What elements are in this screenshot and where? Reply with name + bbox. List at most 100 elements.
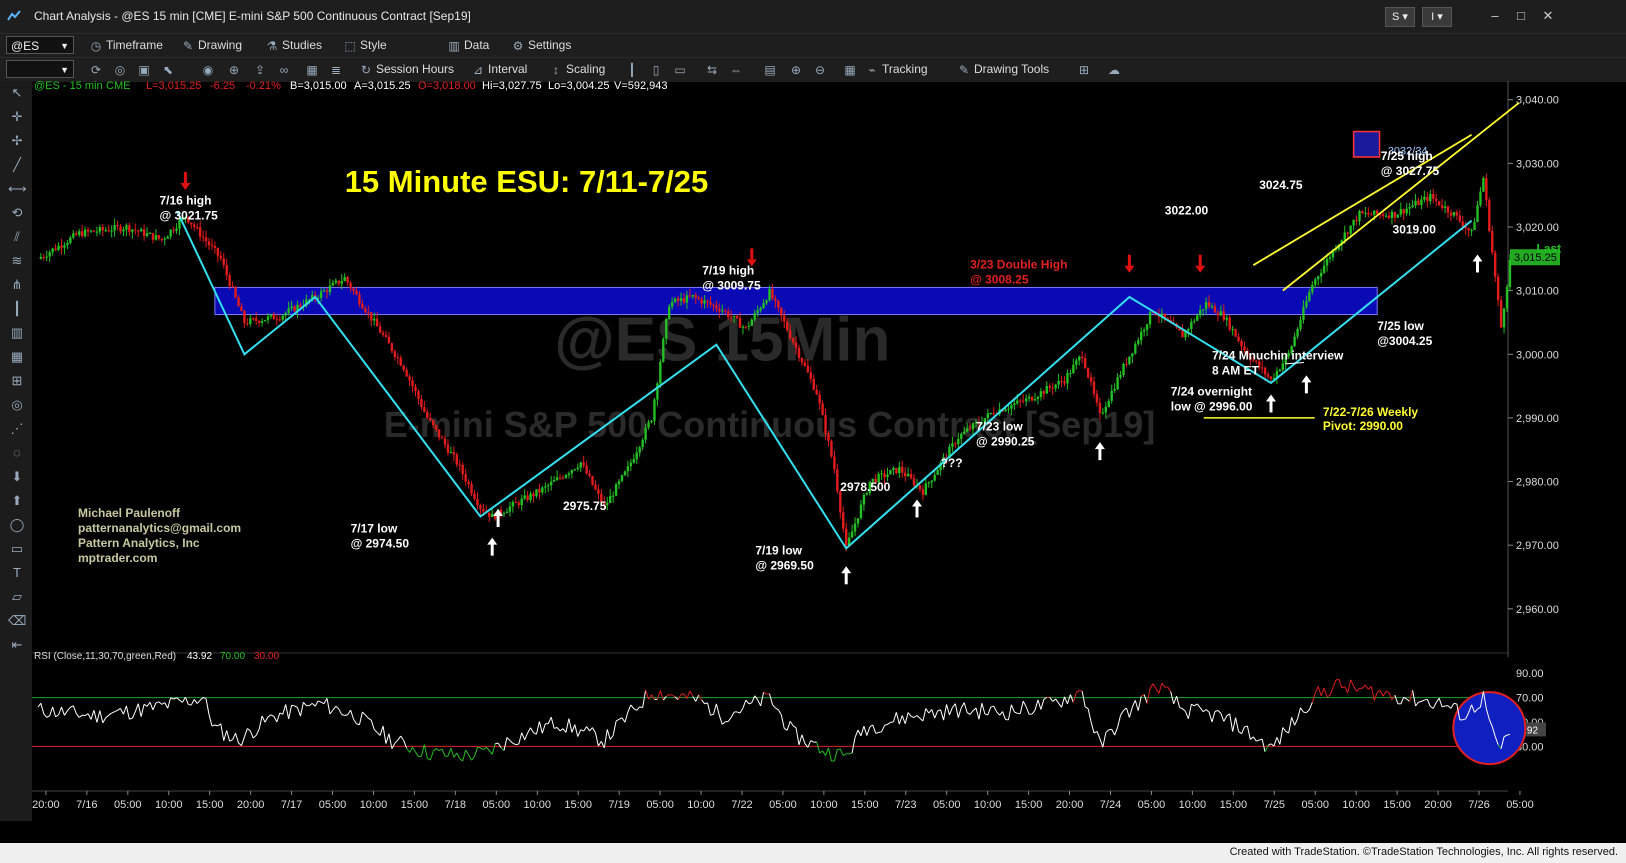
candle-body bbox=[644, 427, 647, 440]
i-menu-button[interactable]: I ▾ bbox=[1422, 7, 1452, 27]
text-tool-icon[interactable]: T bbox=[8, 565, 26, 581]
drawing-tools-menu[interactable]: Drawing Tools bbox=[974, 62, 1049, 76]
rsi-segment bbox=[120, 708, 124, 715]
info-value: Lo=3,004.25 bbox=[548, 81, 609, 92]
compress-icon[interactable]: ⇆ bbox=[704, 62, 720, 78]
layers-icon[interactable]: ≣ bbox=[328, 62, 344, 78]
main-toolbar: @ES ▼ ◷ Timeframe ✎ Drawing ⚗ Studies ⬚ S… bbox=[0, 33, 1626, 58]
candle-style-icon[interactable]: ▯ bbox=[648, 62, 664, 78]
candle-body bbox=[555, 477, 559, 481]
maximize-icon[interactable]: □ bbox=[1510, 6, 1532, 26]
bars-icon[interactable]: ┃ bbox=[8, 301, 26, 317]
studies-menu[interactable]: Studies bbox=[282, 38, 322, 52]
minimize-icon[interactable]: – bbox=[1484, 6, 1506, 26]
target-icon[interactable]: ◉ bbox=[200, 62, 216, 78]
link-icon[interactable]: ∞ bbox=[276, 62, 292, 78]
candle-body bbox=[550, 481, 553, 486]
candle-body bbox=[992, 412, 995, 414]
candle-body bbox=[853, 523, 857, 532]
annotation-arrow-head bbox=[1195, 265, 1206, 273]
candle-body bbox=[830, 440, 833, 457]
annotation-text: low @ 2996.00 bbox=[1171, 400, 1253, 414]
note-icon[interactable]: ▱ bbox=[8, 589, 26, 605]
data-menu[interactable]: Data bbox=[464, 38, 489, 52]
arrow-up-icon[interactable]: ⬆ bbox=[8, 493, 26, 509]
candle-body bbox=[1095, 393, 1099, 403]
candle-body bbox=[237, 297, 240, 307]
close-icon[interactable]: ✕ bbox=[1537, 6, 1559, 26]
interval-select[interactable]: ▼ bbox=[6, 60, 74, 78]
calendar-icon[interactable]: ▦ bbox=[304, 62, 320, 78]
bar-style-icon[interactable]: ┃ bbox=[624, 62, 640, 78]
move-icon[interactable]: ✢ bbox=[8, 133, 26, 149]
trendline-icon[interactable]: ╱ bbox=[8, 157, 26, 173]
rsi-segment bbox=[884, 723, 888, 726]
rsi-segment bbox=[249, 730, 254, 739]
grid-icon[interactable]: ▦ bbox=[842, 62, 858, 78]
select-cursor-icon[interactable]: ↖ bbox=[8, 85, 26, 101]
hist-icon[interactable]: ▥ bbox=[8, 325, 26, 341]
window-icon[interactable]: ▣ bbox=[136, 62, 152, 78]
arc-icon[interactable]: ◎ bbox=[8, 397, 26, 413]
style-menu[interactable]: Style bbox=[360, 38, 387, 52]
export-icon[interactable]: ⇪ bbox=[252, 62, 268, 78]
tracking-menu[interactable]: Tracking bbox=[882, 62, 928, 76]
rsi-segment bbox=[609, 735, 614, 740]
zoom-out-icon[interactable]: ⊖ bbox=[812, 62, 828, 78]
time-tick-label: 15:00 bbox=[401, 799, 429, 811]
rsi-segment bbox=[742, 699, 747, 709]
candle-body bbox=[139, 229, 143, 232]
time-tick-label: 7/26 bbox=[1468, 799, 1489, 811]
chat-icon[interactable]: ☁ bbox=[1106, 62, 1122, 78]
cycle-icon[interactable]: ◌ bbox=[8, 445, 26, 461]
session-hours-menu[interactable]: Session Hours bbox=[376, 62, 454, 76]
vertical-line-icon[interactable]: ⟲ bbox=[8, 205, 26, 221]
ellipse-icon[interactable]: ◯ bbox=[8, 517, 26, 533]
interval-menu[interactable]: Interval bbox=[488, 62, 527, 76]
candle-body bbox=[1027, 396, 1031, 399]
candle-body bbox=[1081, 356, 1084, 358]
horizontal-line-icon[interactable]: ⟷ bbox=[8, 181, 27, 197]
rsi-segment bbox=[1199, 707, 1204, 713]
fib-icon[interactable]: ≋ bbox=[8, 253, 26, 269]
s-menu-button[interactable]: S ▾ bbox=[1385, 7, 1415, 27]
settings-menu[interactable]: Settings bbox=[528, 38, 571, 52]
grid-tool-icon[interactable]: ▦ bbox=[8, 349, 26, 365]
pitchfork-icon[interactable]: ⋔ bbox=[8, 277, 26, 293]
chart-grid-icon[interactable]: ▤ bbox=[762, 62, 778, 78]
gann-icon[interactable]: ⊞ bbox=[8, 373, 26, 389]
price-chart[interactable]: @ES 15Min E-mini S&P 500 Continuous Cont… bbox=[32, 81, 1626, 843]
crosshair-icon[interactable]: ✛ bbox=[8, 109, 26, 125]
rsi-segment bbox=[205, 698, 210, 715]
chevron-down-icon: ▼ bbox=[60, 65, 69, 75]
rectangle-icon[interactable]: ▭ bbox=[8, 541, 26, 557]
drawing-menu[interactable]: Drawing bbox=[198, 38, 242, 52]
speed-line-icon[interactable]: ⋰ bbox=[8, 421, 26, 437]
refresh-icon[interactable]: ⟳ bbox=[88, 62, 104, 78]
sync-icon[interactable]: ◎ bbox=[112, 62, 128, 78]
eraser-icon[interactable]: ⌫ bbox=[8, 613, 26, 629]
scaling-menu[interactable]: Scaling bbox=[566, 62, 605, 76]
cursor-icon[interactable]: ⬉ bbox=[160, 62, 176, 78]
rsi-segment bbox=[1076, 690, 1080, 694]
rsi-segment bbox=[530, 727, 534, 733]
candle-body bbox=[1196, 315, 1199, 321]
add-window-icon[interactable]: ⊞ bbox=[1076, 62, 1092, 78]
candle-body bbox=[482, 508, 485, 512]
expand-icon[interactable]: ⇔ bbox=[728, 62, 744, 78]
channel-icon[interactable]: ⫽ bbox=[8, 229, 26, 245]
info-value: Hi=3,027.75 bbox=[482, 81, 542, 92]
pin-icon[interactable]: ⇤ bbox=[8, 637, 26, 653]
arrow-down-icon[interactable]: ⬇ bbox=[8, 469, 26, 485]
symbol-input[interactable]: @ES ▼ bbox=[6, 36, 74, 54]
hollow-candle-icon[interactable]: ▭ bbox=[672, 62, 688, 78]
candle-body bbox=[204, 237, 208, 242]
rsi-segment bbox=[96, 710, 101, 723]
time-tick-label: 15:00 bbox=[1383, 799, 1411, 811]
zoom-in-icon[interactable]: ⊕ bbox=[788, 62, 804, 78]
candle-body bbox=[249, 318, 252, 324]
candle-body bbox=[434, 425, 438, 430]
timeframe-menu[interactable]: Timeframe bbox=[106, 38, 163, 52]
rsi-segment bbox=[1382, 690, 1387, 697]
zoom-icon[interactable]: ⊕ bbox=[226, 62, 242, 78]
